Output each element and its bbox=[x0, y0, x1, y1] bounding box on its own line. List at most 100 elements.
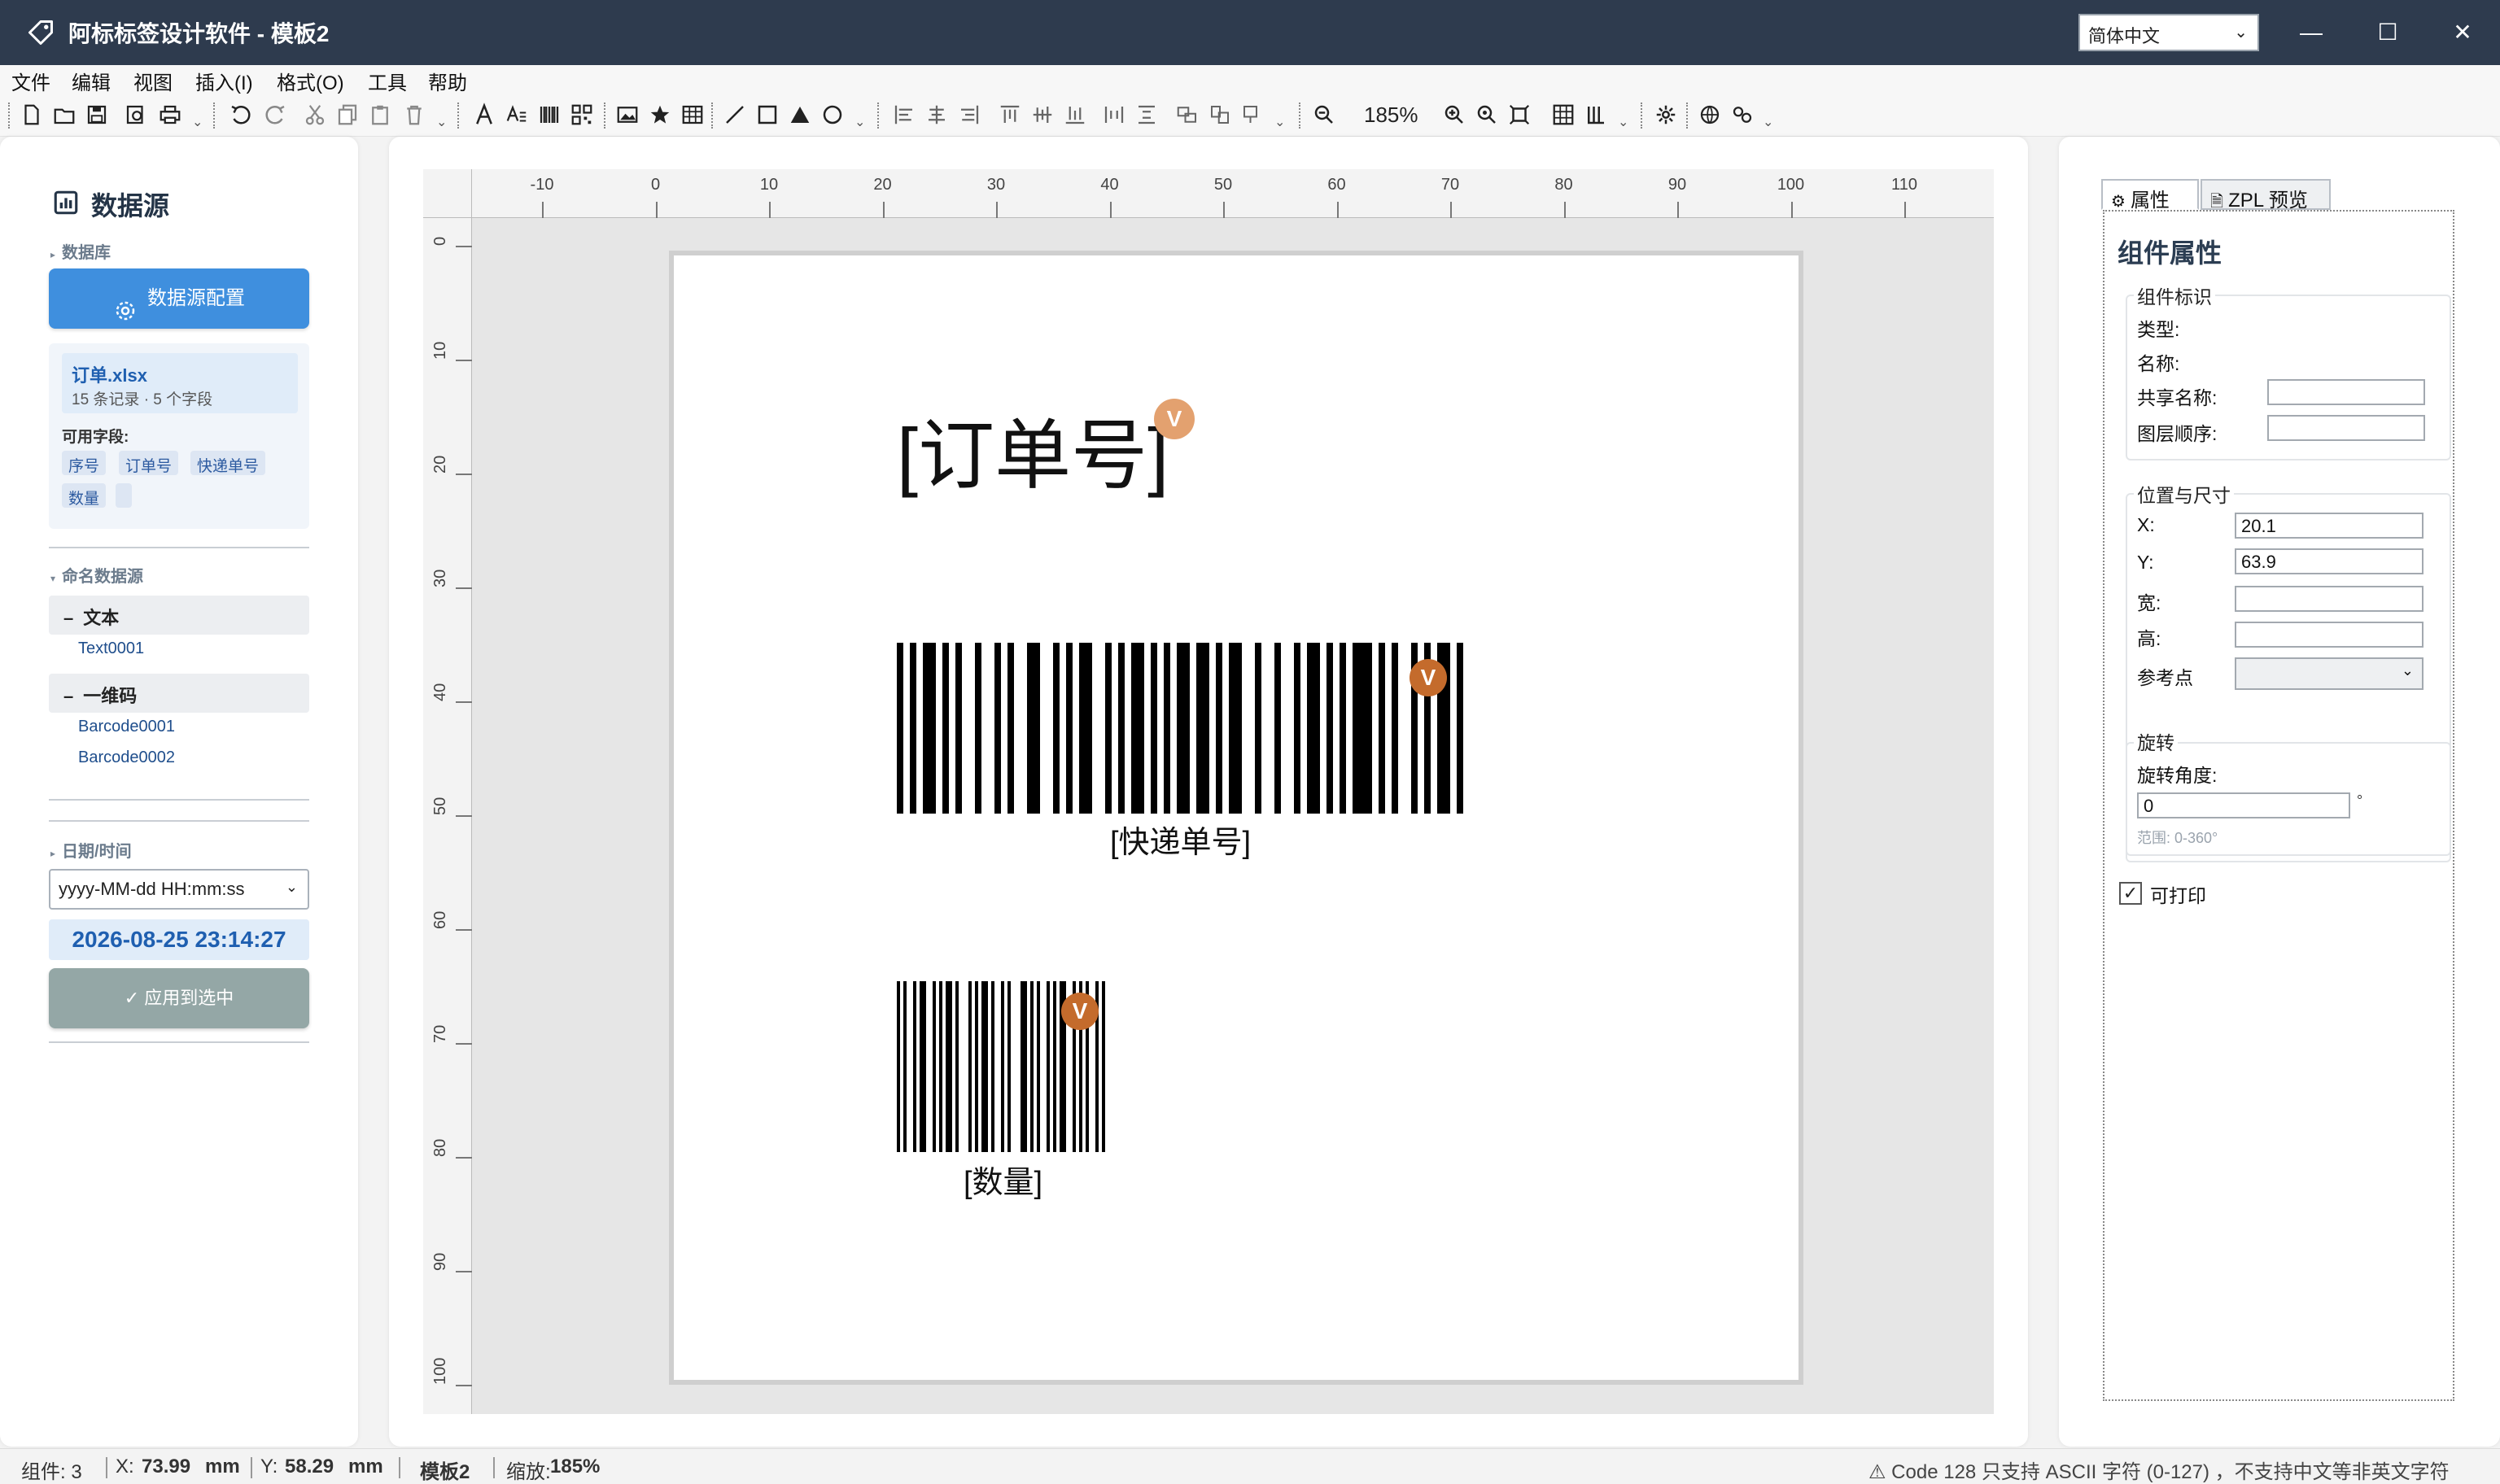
zoom-out-icon[interactable] bbox=[1312, 103, 1336, 127]
named-sources-toggle[interactable]: ▾ 命名数据源 bbox=[50, 563, 143, 587]
menu-format[interactable]: 格式(O) bbox=[277, 67, 344, 95]
file-name: 订单.xlsx bbox=[72, 365, 147, 386]
cut-icon[interactable] bbox=[303, 103, 327, 127]
close-button[interactable]: ✕ bbox=[2438, 11, 2487, 54]
label-paper[interactable]: [订单号] V V [快递单号] V [数量] bbox=[669, 251, 1803, 1385]
minimize-button[interactable]: — bbox=[2287, 11, 2336, 54]
chevron-down-icon[interactable]: ⌄ bbox=[192, 114, 203, 130]
group-text[interactable]: – 文本 bbox=[49, 596, 309, 635]
apply-to-selected-button[interactable]: ✓ 应用到选中 bbox=[49, 968, 309, 1028]
component-count: 组件: 3 bbox=[21, 1461, 82, 1483]
same-size-icon[interactable] bbox=[1240, 103, 1265, 127]
barcode-tracking-number[interactable] bbox=[897, 643, 1466, 814]
printer-icon[interactable] bbox=[158, 103, 182, 127]
menu-insert[interactable]: 插入(I) bbox=[195, 67, 253, 95]
datetime-toggle[interactable]: ▸ 日期/时间 bbox=[50, 838, 132, 862]
field-tag[interactable] bbox=[116, 483, 132, 508]
rotation-angle-input[interactable]: 0 bbox=[2137, 792, 2350, 818]
height-input[interactable] bbox=[2235, 622, 2424, 648]
distribute-vertical-icon[interactable] bbox=[1134, 103, 1159, 127]
chevron-down-icon[interactable]: ⌄ bbox=[436, 114, 447, 130]
text-field-order-number[interactable]: [订单号] bbox=[897, 394, 1169, 504]
line-icon[interactable] bbox=[723, 103, 747, 127]
barcode-bar bbox=[1007, 981, 1011, 1152]
delete-icon[interactable] bbox=[402, 103, 426, 127]
tree-item-barcode0001[interactable]: Barcode0001 bbox=[78, 718, 175, 736]
new-file-icon[interactable] bbox=[20, 103, 44, 127]
rectangle-icon[interactable] bbox=[755, 103, 780, 127]
settings-icon[interactable] bbox=[1654, 103, 1678, 127]
field-tag[interactable]: 序号 bbox=[62, 451, 107, 475]
align-right-icon[interactable] bbox=[957, 103, 981, 127]
status-separator bbox=[493, 1457, 495, 1478]
menu-view[interactable]: 视图 bbox=[133, 67, 173, 95]
canvas-panel: [订单号] V V [快递单号] V [数量] -10 0 10 20 30 40 50 60… bbox=[389, 137, 2028, 1447]
undo-icon[interactable] bbox=[228, 103, 252, 127]
table-icon[interactable] bbox=[680, 103, 705, 127]
tree-item-text0001[interactable]: Text0001 bbox=[78, 639, 144, 658]
barcode-icon[interactable] bbox=[537, 103, 562, 127]
file-info[interactable]: 订单.xlsx 15 条记录 · 5 个字段 bbox=[62, 353, 298, 413]
shared-name-input[interactable] bbox=[2267, 379, 2425, 405]
menu-file[interactable]: 文件 bbox=[11, 67, 50, 95]
same-height-icon[interactable] bbox=[1208, 103, 1232, 127]
database-section-toggle[interactable]: ▸ 数据库 bbox=[50, 239, 111, 263]
print-preview-icon[interactable] bbox=[124, 103, 148, 127]
open-folder-icon[interactable] bbox=[52, 103, 76, 127]
maximize-button[interactable]: ☐ bbox=[2363, 11, 2412, 54]
qr-code-icon[interactable] bbox=[570, 103, 594, 127]
distribute-horizontal-icon[interactable] bbox=[1102, 103, 1126, 127]
align-left-icon[interactable] bbox=[892, 103, 916, 127]
same-width-icon[interactable] bbox=[1175, 103, 1200, 127]
save-icon[interactable] bbox=[85, 103, 109, 127]
chevron-down-icon[interactable]: ⌄ bbox=[1618, 114, 1628, 130]
tree-item-barcode0002[interactable]: Barcode0002 bbox=[78, 749, 175, 767]
menu-help[interactable]: 帮助 bbox=[428, 67, 467, 95]
tab-properties[interactable]: ⚙ 属性 bbox=[2101, 179, 2199, 212]
data-source-config-button[interactable]: 数据源配置 bbox=[49, 268, 309, 329]
printable-checkbox[interactable]: ✓ bbox=[2119, 882, 2142, 905]
align-top-icon[interactable] bbox=[998, 103, 1022, 127]
x-input[interactable]: 20.1 bbox=[2235, 513, 2424, 539]
y-input[interactable]: 63.9 bbox=[2235, 548, 2424, 574]
zoom-level: 185% bbox=[1364, 103, 1418, 127]
align-bottom-icon[interactable] bbox=[1063, 103, 1087, 127]
image-icon[interactable] bbox=[615, 103, 640, 127]
align-center-icon[interactable] bbox=[924, 103, 949, 127]
fit-page-icon[interactable] bbox=[1507, 103, 1532, 127]
chevron-down-icon[interactable]: ⌄ bbox=[854, 114, 865, 130]
layer-order-input[interactable] bbox=[2267, 415, 2425, 441]
language-select[interactable]: 简体中文 ⌄ bbox=[2078, 14, 2259, 51]
paste-icon[interactable] bbox=[368, 103, 392, 127]
ruler-tick bbox=[456, 246, 472, 247]
star-icon[interactable] bbox=[648, 103, 672, 127]
redo-icon[interactable] bbox=[264, 103, 288, 127]
triangle-icon[interactable] bbox=[788, 103, 812, 127]
copy-icon[interactable] bbox=[335, 103, 360, 127]
snap-icon[interactable] bbox=[1584, 103, 1608, 127]
field-tag[interactable]: 快递单号 bbox=[190, 451, 266, 475]
reference-point-select[interactable]: ⌄ bbox=[2235, 657, 2424, 690]
zoom-in-icon[interactable] bbox=[1442, 103, 1466, 127]
field-tag[interactable]: 订单号 bbox=[119, 451, 179, 475]
date-format-select[interactable]: yyyy-MM-dd HH:mm:ss ⌄ bbox=[49, 869, 309, 910]
ellipse-icon[interactable] bbox=[820, 103, 845, 127]
menu-edit[interactable]: 编辑 bbox=[72, 67, 111, 95]
globe-link-icon[interactable] bbox=[1698, 103, 1722, 127]
link-icon[interactable] bbox=[1730, 103, 1755, 127]
menu-tools[interactable]: 工具 bbox=[368, 67, 407, 95]
grid-icon[interactable] bbox=[1551, 103, 1576, 127]
text-tool-icon[interactable] bbox=[472, 103, 496, 127]
chevron-down-icon[interactable]: ⌄ bbox=[1274, 114, 1285, 130]
field-tag[interactable]: 数量 bbox=[62, 483, 107, 508]
title-bar: 阿标标签设计软件 - 模板2 简体中文 ⌄ — ☐ ✕ bbox=[0, 0, 2500, 65]
design-canvas[interactable]: [订单号] V V [快递单号] V [数量] -10 0 10 20 30 40 50 60… bbox=[423, 169, 1994, 1414]
tab-zpl-preview[interactable]: 🗎 ZPL 预览 bbox=[2201, 179, 2331, 212]
group-barcode[interactable]: – 一维码 bbox=[49, 674, 309, 713]
align-middle-icon[interactable] bbox=[1030, 103, 1055, 127]
chevron-down-icon[interactable]: ⌄ bbox=[1763, 114, 1773, 130]
rich-text-icon[interactable] bbox=[505, 103, 529, 127]
printable-label: 可打印 bbox=[2150, 885, 2206, 906]
width-input[interactable] bbox=[2235, 586, 2424, 612]
zoom-fit-icon[interactable] bbox=[1475, 103, 1499, 127]
